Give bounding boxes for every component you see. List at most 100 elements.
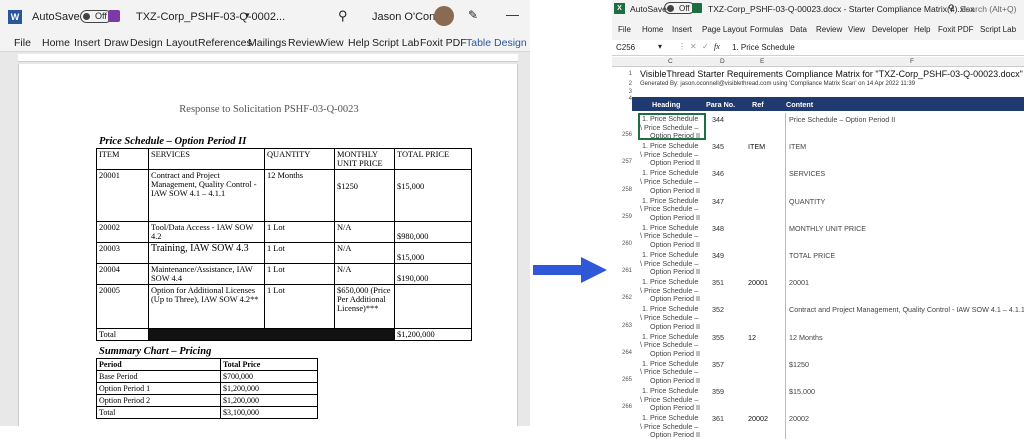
search-icon[interactable]: ⚲ (338, 8, 348, 24)
para-no-cell[interactable]: 348 (712, 224, 724, 233)
row-header[interactable]: 266 (612, 404, 632, 410)
column-header-d[interactable]: D (720, 58, 725, 65)
para-no-cell[interactable]: 352 (712, 305, 724, 314)
selected-cell[interactable] (638, 113, 706, 141)
row-header[interactable]: 258 (612, 187, 632, 193)
heading-cell-line[interactable]: Option Period II (650, 294, 700, 303)
content-cell[interactable]: Contract and Project Management, Quality… (789, 305, 1024, 314)
tab-insert[interactable]: Insert (74, 37, 100, 49)
tab-script-lab[interactable]: Script Lab (980, 25, 1016, 34)
content-cell[interactable]: $15,000 (789, 387, 815, 396)
header-heading[interactable]: Heading (652, 100, 680, 109)
row-header[interactable]: 263 (612, 323, 632, 329)
content-cell[interactable]: Price Schedule – Option Period II (789, 115, 895, 124)
para-no-cell[interactable]: 361 (712, 414, 724, 423)
heading-cell-line[interactable]: Option Period II (650, 430, 700, 439)
column-header-e[interactable]: E (760, 58, 764, 65)
heading-cell-line[interactable]: Option Period II (650, 240, 700, 249)
minimize-icon[interactable]: — (506, 7, 519, 22)
tab-formulas[interactable]: Formulas (750, 25, 783, 34)
row-header[interactable]: 257 (612, 159, 632, 165)
column-header-c[interactable]: C (668, 58, 673, 65)
row-header[interactable]: 262 (612, 295, 632, 301)
row-header[interactable]: 256 (612, 132, 632, 138)
para-no-cell[interactable]: 357 (712, 360, 724, 369)
content-cell[interactable]: 12 Months (789, 333, 823, 342)
row-header[interactable]: 3 (612, 89, 632, 95)
ref-cell[interactable]: 20002 (748, 414, 768, 423)
workbook-title[interactable]: TXZ-Corp_PSHF-03-Q-00023.docx - Starter … (708, 4, 974, 14)
tab-file[interactable]: File (14, 37, 31, 49)
para-no-cell[interactable]: 347 (712, 197, 724, 206)
tab-file[interactable]: File (618, 25, 631, 34)
para-no-cell[interactable]: 346 (712, 169, 724, 178)
header-content[interactable]: Content (786, 100, 813, 109)
tab-references[interactable]: References (198, 37, 252, 49)
avatar[interactable] (434, 6, 454, 26)
tab-review[interactable]: Review (288, 37, 322, 49)
tab-help[interactable]: Help (914, 25, 930, 34)
tab-draw[interactable]: Draw (104, 37, 129, 49)
document-title[interactable]: TXZ-Corp_PSHF-03-Q-0002... (136, 11, 285, 23)
para-no-cell[interactable]: 351 (712, 278, 724, 287)
content-cell[interactable]: TOTAL PRICE (789, 251, 835, 260)
para-no-cell[interactable]: 355 (712, 333, 724, 342)
matrix-title[interactable]: VisibleThread Starter Requirements Compl… (640, 69, 1023, 79)
fx-icon[interactable]: fx (714, 42, 720, 51)
header-para-no[interactable]: Para No. (706, 100, 735, 109)
cancel-icon[interactable]: ✕ (690, 42, 697, 51)
tab-mailings[interactable]: Mailings (248, 37, 287, 49)
heading-cell-line[interactable]: Option Period II (650, 349, 700, 358)
pen-icon[interactable]: ✎ (468, 8, 478, 22)
content-cell[interactable]: $1250 (789, 360, 809, 369)
save-icon[interactable] (692, 3, 702, 13)
para-no-cell[interactable]: 345 (712, 142, 724, 151)
tab-foxit-pdf[interactable]: Foxit PDF (938, 25, 974, 34)
more-icon[interactable]: ⋮ (678, 42, 686, 51)
row-header[interactable]: 259 (612, 214, 632, 220)
row-header[interactable]: 2 (612, 81, 632, 87)
content-cell[interactable]: ITEM (789, 142, 806, 151)
tab-foxit-pdf[interactable]: Foxit PDF (420, 37, 467, 49)
tab-insert[interactable]: Insert (672, 25, 692, 34)
chevron-down-icon[interactable]: ▾ (245, 10, 250, 21)
heading-cell-line[interactable]: Option Period II (650, 267, 700, 276)
tab-view[interactable]: View (848, 25, 865, 34)
tab-review[interactable]: Review (816, 25, 842, 34)
tab-page-layout[interactable]: Page Layout (702, 25, 747, 34)
formula-input[interactable]: 1. Price Schedule (732, 43, 795, 52)
content-cell[interactable]: 20001 (789, 278, 809, 287)
ref-cell[interactable]: ITEM (748, 142, 765, 151)
tab-home[interactable]: Home (42, 37, 70, 49)
search-icon[interactable]: ⚲ (948, 3, 955, 14)
heading-cell-line[interactable]: Option Period II (650, 186, 700, 195)
para-no-cell[interactable]: 344 (712, 115, 724, 124)
tab-help[interactable]: Help (348, 37, 370, 49)
column-header-f[interactable]: F (910, 58, 914, 65)
row-header[interactable]: 1 (612, 71, 632, 77)
tab-data[interactable]: Data (790, 25, 807, 34)
row-header[interactable]: 264 (612, 350, 632, 356)
heading-cell-line[interactable]: Option Period II (650, 403, 700, 412)
tab-developer[interactable]: Developer (872, 25, 908, 34)
header-ref[interactable]: Ref (752, 100, 764, 109)
ref-cell[interactable]: 12 (748, 333, 756, 342)
heading-cell-line[interactable]: Option Period II (650, 376, 700, 385)
tab-table-design[interactable]: Table Design (466, 37, 527, 49)
autosave-toggle[interactable]: Off (664, 2, 695, 14)
heading-cell-line[interactable]: Option Period II (650, 322, 700, 331)
heading-cell-line[interactable]: Option Period II (650, 158, 700, 167)
tab-home[interactable]: Home (642, 25, 663, 34)
row-header[interactable]: 265 (612, 377, 632, 383)
row-header[interactable]: 260 (612, 241, 632, 247)
name-box-dropdown-icon[interactable]: ▾ (658, 42, 662, 51)
tab-script-lab[interactable]: Script Lab (372, 37, 419, 49)
tab-layout[interactable]: Layout (166, 37, 198, 49)
content-cell[interactable]: 20002 (789, 414, 809, 423)
tab-view[interactable]: View (321, 37, 344, 49)
enter-icon[interactable]: ✓ (702, 42, 709, 51)
save-icon[interactable] (108, 10, 120, 22)
para-no-cell[interactable]: 359 (712, 387, 724, 396)
matrix-subtitle[interactable]: Generated By: jason.oconnell@visiblethre… (640, 81, 915, 87)
content-cell[interactable]: MONTHLY UNIT PRICE (789, 224, 866, 233)
